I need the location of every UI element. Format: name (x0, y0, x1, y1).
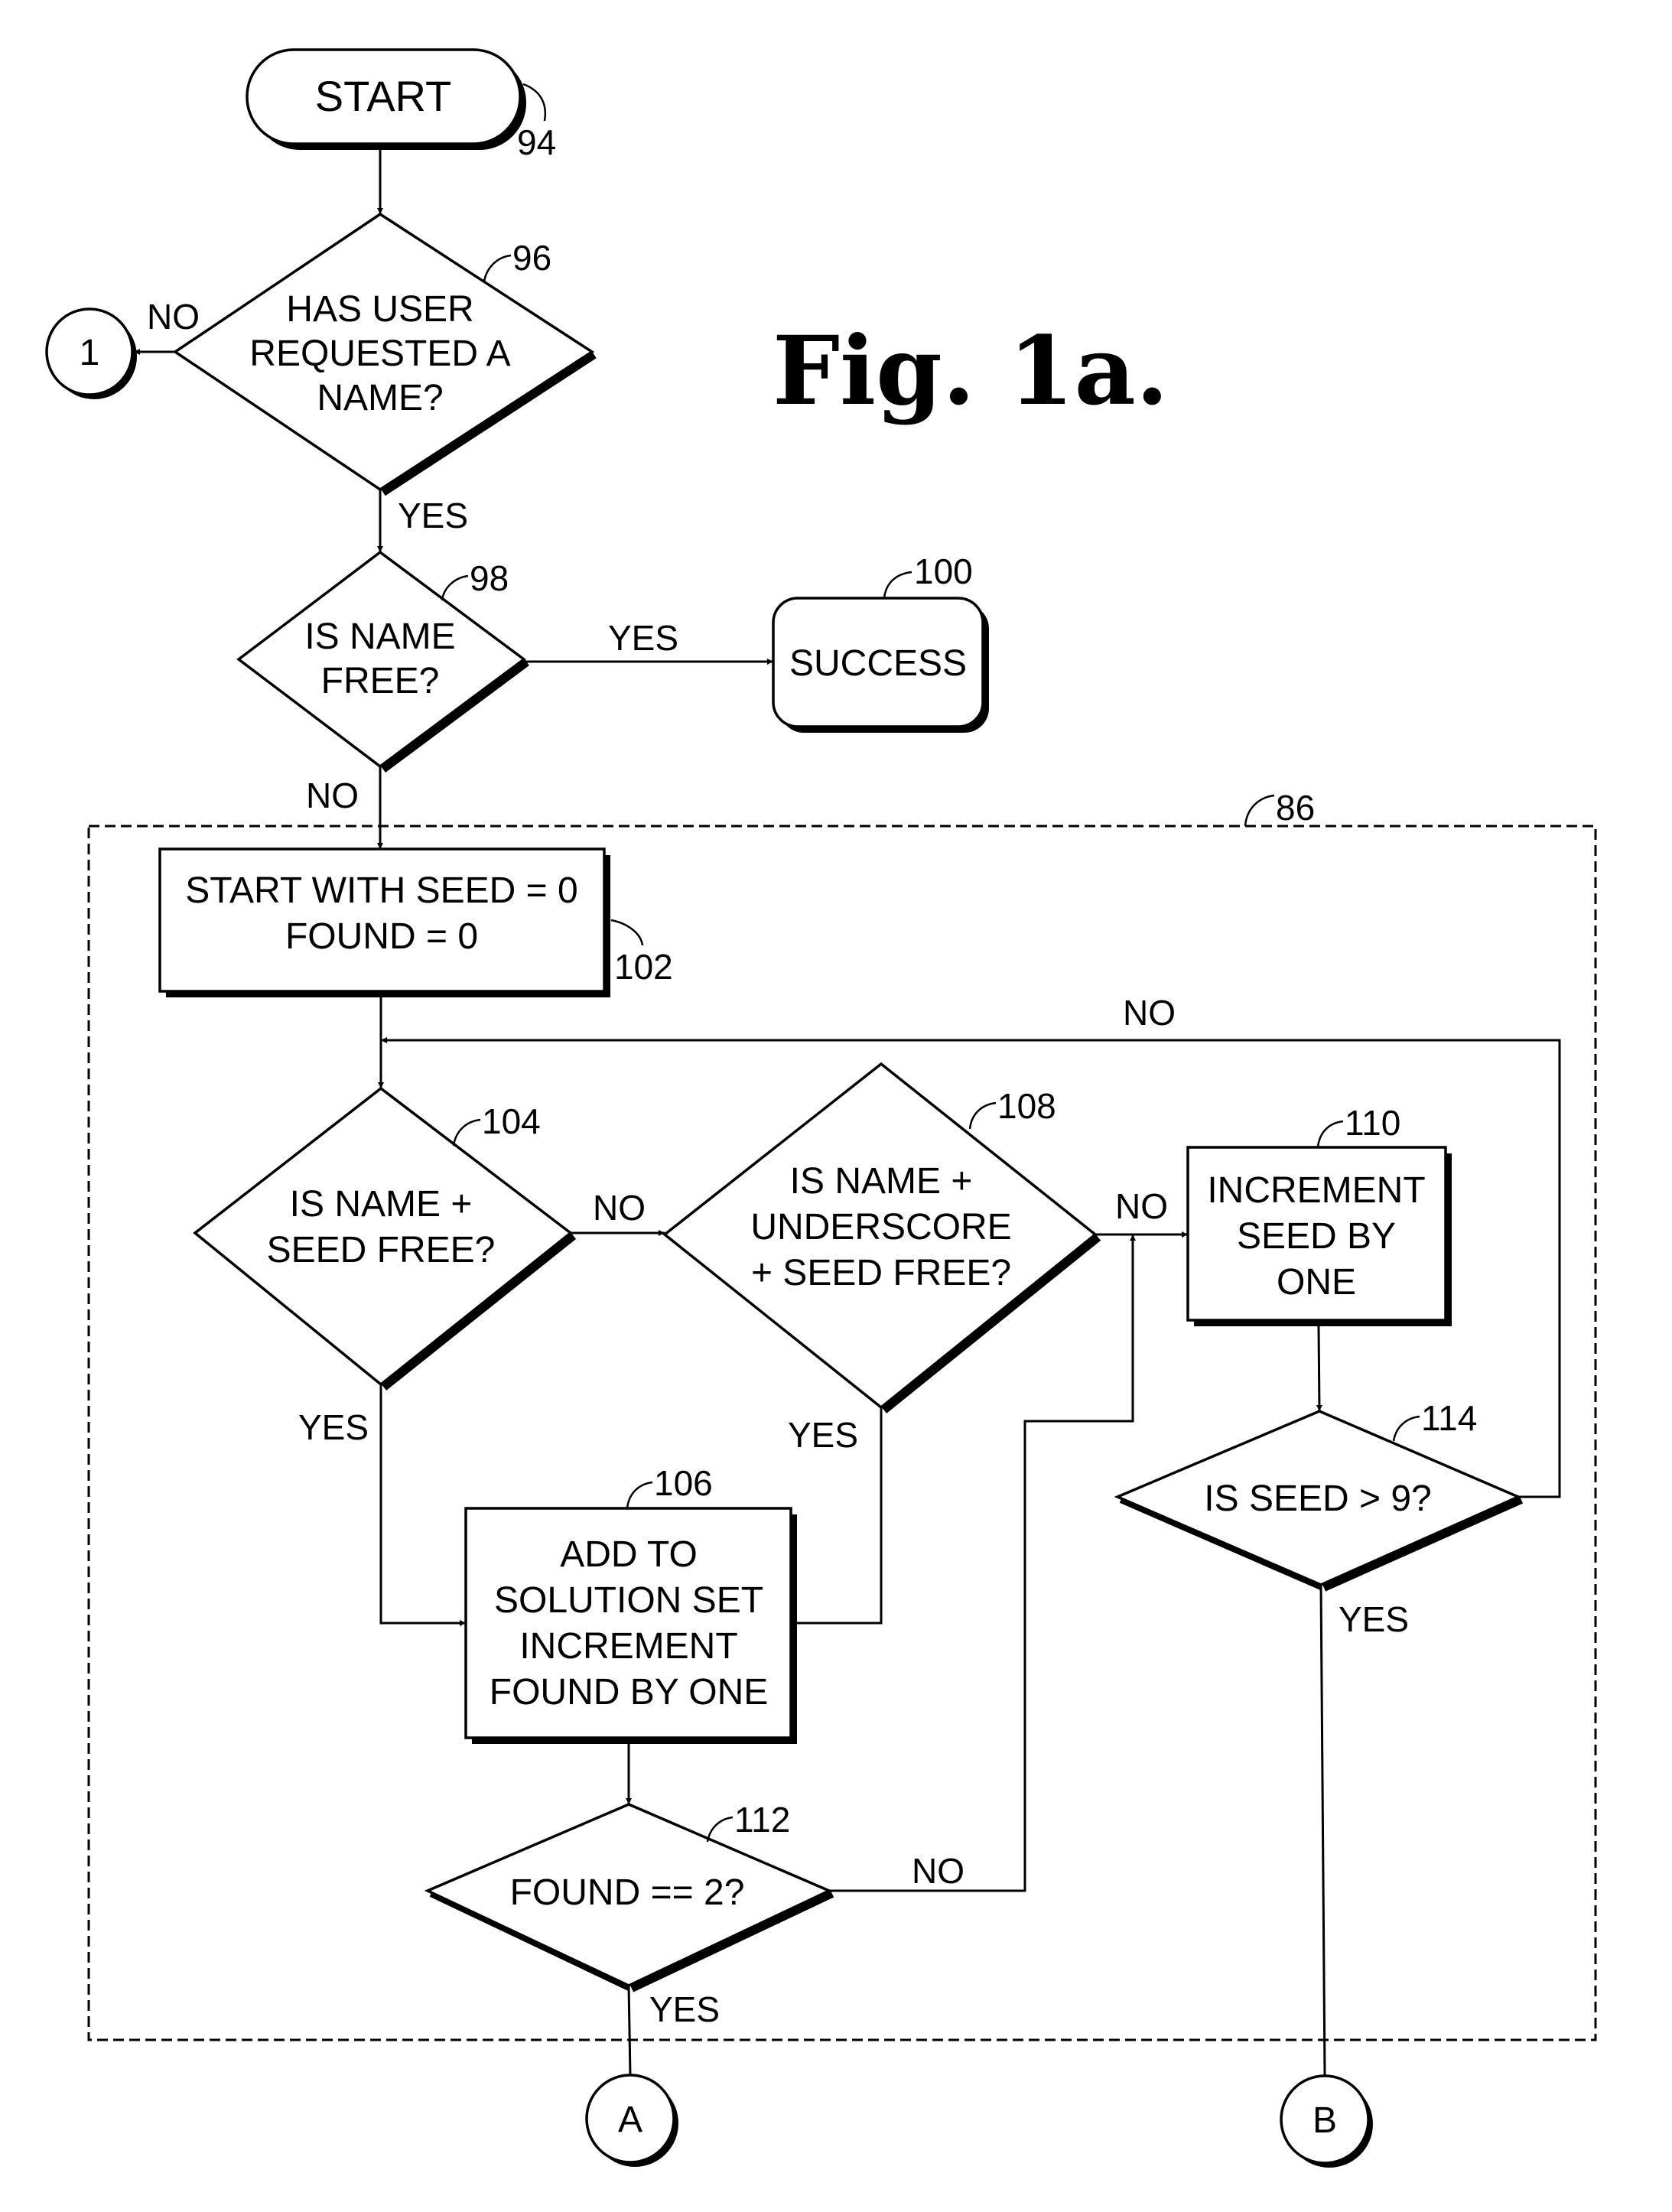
decision-98-line-2: FREE? (321, 661, 440, 701)
edge-112-yes (627, 1985, 632, 2076)
edge-label-96-yes: YES (398, 496, 468, 535)
edge-label-loop-no: NO (1123, 993, 1176, 1033)
edge-label-108-yes: YES (788, 1415, 858, 1455)
edge-label-96-no: NO (147, 297, 200, 337)
ref-label-100: 100 (914, 551, 973, 591)
process-106: ADD TO SOLUTION SET INCREMENT FOUND BY O… (464, 1507, 797, 1744)
edge-label-112-no: NO (912, 1851, 964, 1891)
decision-104-line-1: IS NAME + (290, 1184, 473, 1225)
process-110-line-3: ONE (1277, 1262, 1356, 1303)
decision-108-line-3: + SEED FREE? (751, 1253, 1011, 1293)
ref-leader-102 (610, 919, 644, 946)
edge-label-114-yes: YES (1339, 1599, 1409, 1639)
ref-leader-114 (1392, 1415, 1420, 1442)
ref-label-98: 98 (470, 558, 509, 598)
flowchart: Fig. 1a. 86 START 94 HAS USER REQUESTED … (45, 48, 1597, 2168)
ref-leader-100 (883, 571, 912, 599)
decision-112-line-1: FOUND == 2? (510, 1872, 745, 1913)
ref-leader-94 (522, 83, 547, 122)
ref-leader-104 (452, 1118, 481, 1147)
decision-114-line-1: IS SEED > 9? (1204, 1478, 1432, 1519)
ref-leader-98 (441, 574, 469, 601)
process-110-line-2: SEED BY (1237, 1216, 1396, 1257)
edge-label-98-no: NO (306, 776, 359, 815)
ref-label-86: 86 (1276, 788, 1315, 828)
success-terminator: SUCCESS (772, 597, 989, 733)
ref-label-108: 108 (997, 1086, 1056, 1126)
process-106-line-1: ADD TO (560, 1534, 698, 1575)
edge-label-108-no: NO (1115, 1186, 1168, 1226)
process-106-line-2: SOLUTION SET (494, 1580, 763, 1621)
start-text: START (315, 72, 451, 120)
decision-104-line-2: SEED FREE? (267, 1230, 496, 1270)
ref-leader-106 (626, 1481, 653, 1509)
connector-b: B (1280, 2074, 1373, 2168)
process-102: START WITH SEED = 0 FOUND = 0 (158, 847, 610, 997)
ref-label-112: 112 (734, 1800, 790, 1840)
success-text: SUCCESS (789, 643, 967, 684)
ref-leader-108 (968, 1101, 997, 1130)
ref-label-102: 102 (614, 947, 673, 987)
ref-label-106: 106 (654, 1463, 713, 1503)
edge-label-104-yes: YES (298, 1407, 369, 1447)
process-106-line-4: FOUND BY ONE (490, 1672, 769, 1713)
decision-98-line-1: IS NAME (304, 616, 455, 657)
ref-label-104: 104 (482, 1101, 541, 1141)
decision-96-line-1: HAS USER (286, 289, 473, 330)
process-102-line-2: FOUND = 0 (285, 916, 478, 957)
ref-label-114: 114 (1421, 1398, 1477, 1438)
process-102-line-1: START WITH SEED = 0 (185, 870, 577, 911)
ref-label-94: 94 (517, 122, 556, 162)
ref-label-110: 110 (1345, 1103, 1400, 1143)
process-106-line-3: INCREMENT (519, 1626, 737, 1667)
start-terminator: START (246, 48, 526, 150)
connector-b-text: B (1313, 2100, 1337, 2141)
connector-a: A (585, 2074, 678, 2167)
connector-a-text: A (618, 2100, 642, 2140)
connector-1-text: 1 (80, 333, 100, 373)
ref-leader-86 (1244, 794, 1275, 827)
ref-leader-112 (706, 1816, 734, 1843)
decision-108-line-2: UNDERSCORE (750, 1207, 1011, 1248)
edge-label-98-yes: YES (608, 618, 678, 658)
edge-114-yes (1319, 1584, 1326, 2076)
edge-104-yes (379, 1384, 466, 1626)
ref-leader-110 (1316, 1120, 1344, 1148)
connector-1: 1 (45, 307, 137, 399)
ref-leader-96 (483, 254, 512, 282)
edge-label-112-yes: YES (649, 1989, 720, 2029)
process-110: INCREMENT SEED BY ONE (1186, 1146, 1452, 1326)
decision-96-line-3: NAME? (317, 378, 443, 418)
process-110-line-1: INCREMENT (1207, 1170, 1425, 1211)
ref-label-96: 96 (512, 238, 551, 278)
decision-96-line-2: REQUESTED A (249, 333, 510, 374)
edge-label-104-no: NO (593, 1188, 646, 1228)
figure-title: Fig. 1a. (773, 316, 1169, 427)
decision-108-line-1: IS NAME + (790, 1161, 973, 1202)
